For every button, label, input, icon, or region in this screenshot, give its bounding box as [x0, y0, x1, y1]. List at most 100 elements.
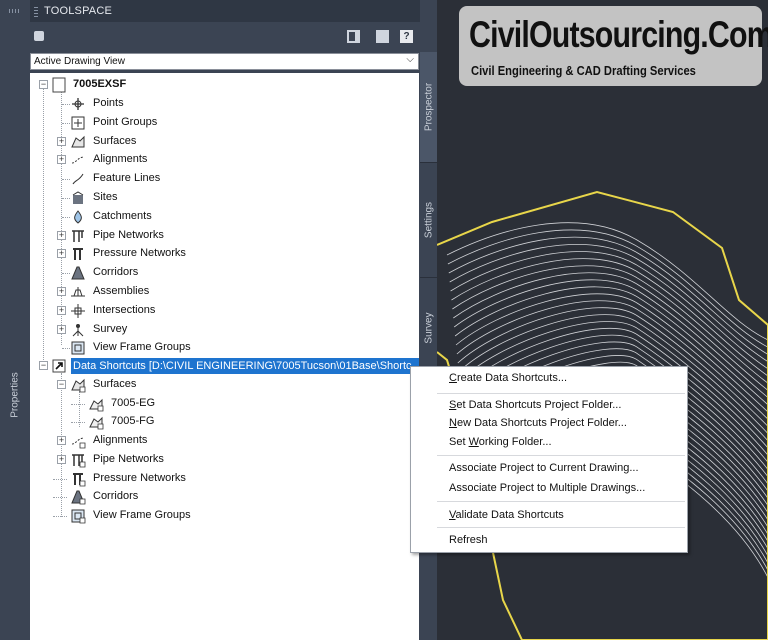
tree-item-label: Surfaces [93, 134, 137, 147]
panel-toggle-icon[interactable] [347, 30, 360, 43]
corridors-icon [71, 490, 86, 505]
expand-icon[interactable]: + [57, 249, 66, 259]
tree-item-assemblies[interactable]: + Assemblies [30, 283, 419, 301]
tree-item-catchments[interactable]: Catchments [30, 208, 419, 226]
tree-item-label: Alignments [93, 434, 148, 447]
collapse-icon[interactable]: − [39, 361, 48, 370]
tree-item-view-frame-groups[interactable]: View Frame Groups [30, 339, 419, 357]
help-icon[interactable]: ? [400, 30, 413, 43]
surfaces-icon [71, 135, 85, 148]
tree-item-corridors[interactable]: Corridors [30, 264, 419, 282]
tree-data-shortcuts-node[interactable]: − Data Shortcuts [D:\CIVIL ENGINEERING\7… [30, 357, 419, 375]
logo-title: CivilOutsourcing.Com [469, 14, 768, 55]
shortcut-item-7005-fg[interactable]: 7005-FG [30, 413, 419, 431]
tree-item-feature-lines[interactable]: Feature Lines [30, 170, 419, 188]
point-groups-icon [71, 116, 85, 130]
toolspace-title: TOOLSPACE [44, 5, 113, 17]
shortcut-item-surfaces[interactable]: − Surfaces [30, 376, 419, 394]
tree-item-pressure-networks[interactable]: + Pressure Networks [30, 245, 419, 263]
menu-item-accelerator: W [468, 436, 479, 448]
menu-separator [437, 393, 685, 394]
toolspace-toolbar: ? [30, 22, 420, 50]
expand-icon[interactable]: + [57, 454, 66, 464]
pipe-networks-icon [72, 229, 84, 242]
shortcut-item-pipe-networks[interactable]: + Pipe Networks [30, 451, 419, 469]
expand-icon[interactable]: + [57, 230, 66, 240]
surface-item-icon [89, 398, 104, 412]
tree-item-label: Intersections [93, 303, 156, 316]
item-view-icon[interactable] [34, 31, 44, 41]
logo-subtitle: Civil Engineering & CAD Drafting Service… [471, 63, 696, 78]
expand-icon[interactable]: + [57, 436, 66, 446]
tree-item-pipe-networks[interactable]: + Pipe Networks [30, 227, 419, 245]
tree-item-label: Surfaces [93, 378, 137, 390]
menu-item-7[interactable]: Refresh [449, 534, 488, 546]
tree-item-label: View Frame Groups [93, 508, 191, 521]
tree-item-alignments[interactable]: + Alignments [30, 151, 419, 169]
shortcut-item-view-frame-groups[interactable]: View Frame Groups [30, 507, 419, 525]
tree-item-survey[interactable]: + Survey [30, 321, 419, 339]
menu-item-5[interactable]: Associate Project to Multiple Drawings..… [449, 482, 645, 494]
pressure-networks-icon [73, 472, 86, 486]
menu-item-3[interactable]: Set Working Folder... [449, 436, 552, 448]
shortcut-item-corridors[interactable]: Corridors [30, 488, 419, 506]
shortcut-item-7005-eg[interactable]: 7005-EG [30, 395, 419, 413]
tree-item-label: Sites [93, 191, 118, 203]
tree-item-label: Catchments [93, 209, 152, 222]
tree-item-label: Assemblies [93, 285, 150, 297]
menu-item-1[interactable]: Set Data Shortcuts Project Folder... [449, 399, 621, 411]
tab-label: Survey [423, 311, 434, 344]
tree-item-sites[interactable]: Sites [30, 189, 419, 207]
menu-item-label: Associate Project to Multiple Drawings..… [449, 482, 646, 494]
menu-item-6[interactable]: Validate Data Shortcuts [449, 509, 564, 521]
menu-item-label: orking Folder... [478, 436, 552, 448]
menu-item-label: Refresh [449, 534, 488, 546]
expand-icon[interactable]: + [57, 305, 66, 315]
tab-prospector[interactable]: Prospector [420, 52, 437, 162]
tab-survey[interactable]: Survey [420, 277, 437, 377]
collapse-icon[interactable]: − [39, 80, 48, 89]
toolspace-titlebar[interactable]: TOOLSPACE [30, 0, 420, 22]
tab-label: Prospector [423, 82, 434, 132]
grip-handle[interactable] [9, 9, 21, 13]
menu-separator [437, 455, 685, 456]
pipe-networks-icon [72, 454, 86, 468]
tree-item-intersections[interactable]: + Intersections [30, 302, 419, 320]
menu-item-label-prefix: Set [449, 436, 469, 448]
shortcut-icon [52, 359, 66, 373]
menu-item-4[interactable]: Associate Project to Current Drawing... [449, 462, 639, 474]
context-menu: Create Data Shortcuts... Set Data Shortcu… [410, 366, 688, 553]
tree-item-label: Corridors [93, 490, 139, 503]
tree-item-label: Alignments [93, 153, 148, 166]
menu-item-label: reate Data Shortcuts... [456, 372, 568, 384]
tree-item-label: Corridors [93, 266, 139, 279]
menu-item-label: et Data Shortcuts Project Folder... [456, 399, 622, 411]
list-view-icon[interactable] [376, 30, 389, 43]
tree-item-label: Pipe Networks [93, 228, 164, 241]
expand-icon[interactable]: + [57, 324, 66, 334]
menu-item-0[interactable]: Create Data Shortcuts... [449, 372, 567, 384]
shortcut-item-pressure-networks[interactable]: Pressure Networks [30, 470, 419, 488]
properties-tab[interactable]: Properties [0, 350, 30, 440]
menu-item-accelerator: C [449, 372, 457, 384]
properties-palette-strip: Properties [0, 0, 30, 640]
grip-handle[interactable] [34, 7, 38, 17]
intersections-icon [71, 303, 85, 318]
sites-icon [72, 191, 84, 204]
expand-icon[interactable]: + [57, 136, 66, 146]
alignments-icon [71, 156, 85, 164]
chevron-down-icon: ⌵ [406, 54, 414, 65]
menu-item-accelerator: N [449, 417, 457, 429]
shortcut-item-alignments[interactable]: + Alignments [30, 432, 419, 450]
tree-item-point-groups[interactable]: Point Groups [30, 114, 419, 132]
expand-icon[interactable]: + [57, 287, 66, 296]
collapse-icon[interactable]: − [57, 380, 66, 389]
tree-item-points[interactable]: Points [30, 95, 419, 113]
tree-drawing-node[interactable]: − 7005EXSF [30, 76, 419, 94]
view-frame-groups-icon [71, 509, 86, 524]
tab-settings[interactable]: Settings [420, 162, 437, 277]
view-select[interactable]: Active Drawing View ⌵ [30, 53, 419, 70]
expand-icon[interactable]: + [57, 155, 66, 165]
menu-item-2[interactable]: New Data Shortcuts Project Folder... [449, 417, 627, 429]
tree-item-surfaces[interactable]: + Surfaces [30, 133, 419, 151]
